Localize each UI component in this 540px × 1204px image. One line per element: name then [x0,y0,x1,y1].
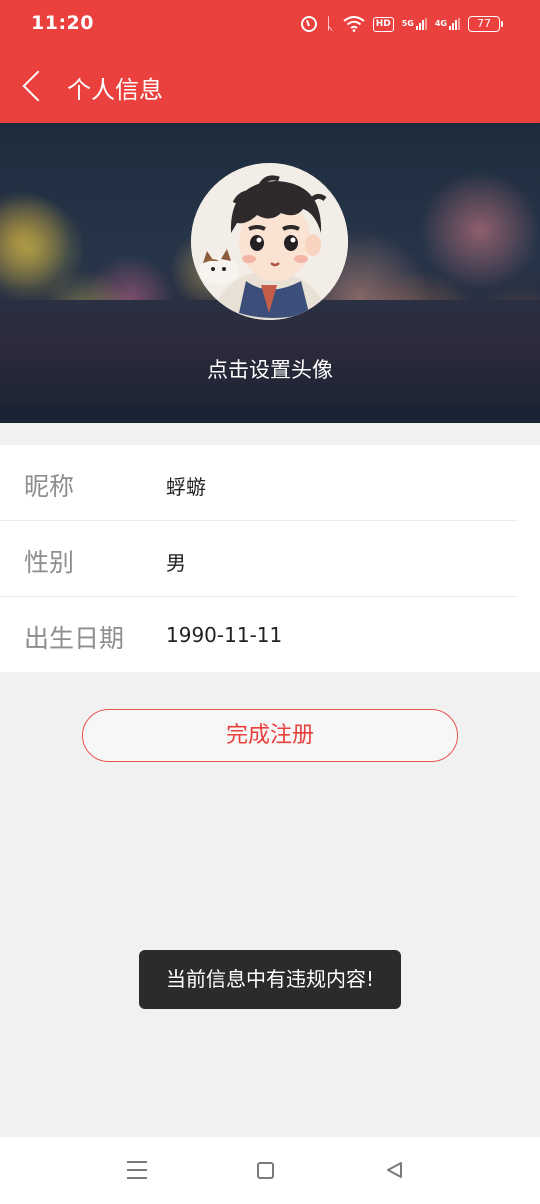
signal-5g-icon: 5G [402,18,427,30]
net-4g-label: 4G [434,19,447,28]
gender-label: 性别 [24,548,75,577]
alarm-icon [301,16,318,32]
form-row-gender[interactable]: 性别 男 [0,521,540,596]
birthdate-value[interactable]: 1990-11-11 [166,623,282,647]
menu-icon[interactable] [127,1161,147,1179]
nickname-label: 昵称 [24,472,75,501]
hd-badge: HD [372,16,394,32]
toast-message: 当前信息中有违规内容! [139,950,401,1009]
profile-banner: 点击设置头像 [0,123,540,423]
gender-value[interactable]: 男 [166,547,186,576]
complete-registration-button[interactable]: 完成注册 [82,709,458,762]
back-triangle-icon[interactable] [385,1161,403,1179]
net-5g-label: 5G [401,19,414,28]
home-square-icon[interactable] [257,1162,274,1179]
status-bar: 11:20 ᚳ HD 5G 4G 77 [0,0,540,48]
avatar[interactable] [191,163,348,320]
birthdate-label: 出生日期 [24,624,125,653]
nickname-value[interactable]: 蜉蝣 [166,471,206,500]
avatar-illustration [191,163,348,320]
wifi-icon [343,16,365,32]
back-button[interactable] [16,64,54,108]
system-nav-bar [0,1137,540,1204]
app-header: 个人信息 [0,48,540,123]
form-row-birthdate[interactable]: 出生日期 1990-11-11 [0,597,540,672]
status-icons: ᚳ HD 5G 4G 77 [301,12,503,36]
avatar-caption[interactable]: 点击设置头像 [0,354,540,384]
profile-form: 昵称 蜉蝣 性别 男 出生日期 1990-11-11 [0,445,540,672]
page-title: 个人信息 [67,76,163,104]
chevron-left-icon [22,70,54,102]
form-row-nickname[interactable]: 昵称 蜉蝣 [0,445,540,520]
bluetooth-icon: ᚳ [325,14,335,33]
status-time: 11:20 [31,12,94,34]
battery-indicator: 77 [468,16,503,32]
signal-4g-icon: 4G [435,18,460,30]
